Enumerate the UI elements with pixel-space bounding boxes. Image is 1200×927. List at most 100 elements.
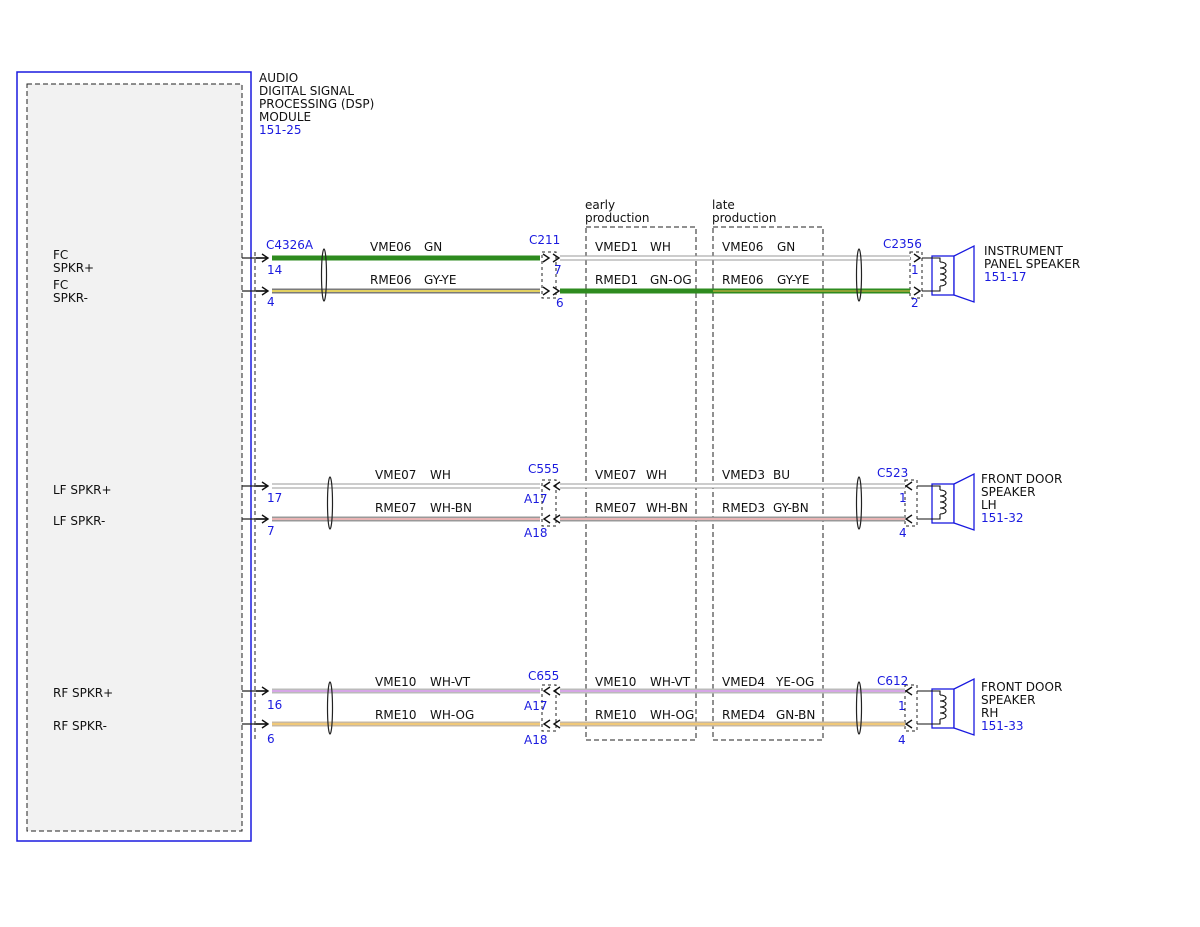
circuit-fc-neg-late: RME06 [722, 273, 764, 287]
color-lf-pos-seg1: WH [430, 468, 451, 482]
pin-label-rf-pos: RF SPKR+ [53, 686, 113, 700]
color-fc-neg-seg1: GY-YE [424, 273, 456, 287]
color-fc-pos-early: WH [650, 240, 671, 254]
module-title-line-3: PROCESSING (DSP) [259, 97, 374, 111]
circuit-rf-pos-early: VME10 [595, 675, 636, 689]
pin-rf-neg-speaker: 4 [898, 733, 906, 747]
connector-c523-label: C523 [877, 466, 908, 480]
arrow-c612-pin4 [904, 719, 913, 729]
circuit-lf-pos-early: VME07 [595, 468, 636, 482]
color-lf-neg-early: WH-BN [646, 501, 688, 515]
pin-label-fc-neg-2: SPKR- [53, 291, 88, 305]
ip-speaker-name-2: PANEL SPEAKER [984, 257, 1080, 271]
pin-fc-pos-module: 14 [267, 263, 282, 277]
circuit-lf-neg-late: RMED3 [722, 501, 765, 515]
circuit-labels: VME06 GN VMED1 WH VME06 GN RME06 GY-YE R… [370, 240, 815, 722]
pin-rf-neg-inline: A18 [524, 733, 547, 747]
lh-speaker-name-2: SPEAKER [981, 485, 1035, 499]
pin-rf-pos-module: 16 [267, 698, 282, 712]
color-rf-pos-late: YE-OG [775, 675, 814, 689]
ip-speaker-name-1: INSTRUMENT [984, 244, 1063, 258]
circuit-fc-neg-seg1: RME06 [370, 273, 412, 287]
pin-label-lf-pos: LF SPKR+ [53, 483, 112, 497]
color-fc-pos-late: GN [777, 240, 795, 254]
color-rf-pos-early: WH-VT [650, 675, 691, 689]
arrow-c612-pin1 [904, 686, 913, 696]
circuit-rf-pos-seg1: VME10 [375, 675, 416, 689]
module-title-line-4: MODULE [259, 110, 311, 124]
pin-rf-pos-speaker: 1 [898, 699, 906, 713]
arrow-rf-neg-module [256, 719, 270, 729]
early-production-label-2: production [585, 211, 649, 225]
circuit-lf-pos-late: VMED3 [722, 468, 765, 482]
pin-lf-pos-speaker: 1 [899, 491, 907, 505]
circuit-fc-pos-seg1: VME06 [370, 240, 411, 254]
connector-c2356-label: C2356 [883, 237, 922, 251]
speaker-icon [922, 244, 975, 303]
pin-fc-neg-speaker: 2 [911, 296, 919, 310]
arrow-c523-pin1 [904, 481, 913, 491]
connector-c612-label: C612 [877, 674, 908, 688]
arrow-c211-pin7 [542, 253, 561, 263]
pin-fc-pos-inline: 7 [554, 263, 562, 277]
pin-fc-pos-speaker: 1 [911, 263, 919, 277]
color-rf-neg-seg1: WH-OG [430, 708, 474, 722]
module-title-line-2: DIGITAL SIGNAL [259, 84, 354, 98]
arrow-c523-pin4 [904, 514, 913, 524]
circuit-rf-neg-early: RME10 [595, 708, 637, 722]
circuit-fc-neg-early: RMED1 [595, 273, 638, 287]
pin-lf-neg-module: 7 [267, 524, 275, 538]
arrow-fc-neg-module [256, 286, 270, 296]
rh-speaker-name-2: SPEAKER [981, 693, 1035, 707]
color-fc-pos-seg1: GN [424, 240, 442, 254]
connector-arrows [256, 253, 922, 729]
circuit-rf-pos-late: VMED4 [722, 675, 765, 689]
rh-speaker-name-1: FRONT DOOR [981, 680, 1062, 694]
wires [242, 255, 910, 727]
twisted-pair-markers [320, 248, 863, 735]
arrow-c655-a17 [542, 686, 561, 696]
connector-c4326a-label: C4326A [266, 238, 314, 252]
inline-connector-bodies [541, 251, 923, 732]
speaker-icon [917, 472, 975, 531]
ip-speaker-ref: 151-17 [984, 270, 1027, 284]
speaker-icon [917, 677, 975, 736]
arrow-c2356-pin1 [913, 253, 922, 263]
wiring-diagram: AUDIO DIGITAL SIGNAL PROCESSING (DSP) MO… [16, 71, 1080, 842]
arrow-lf-neg-module [256, 514, 270, 524]
arrow-c2356-pin2 [913, 286, 922, 296]
rh-speaker-ref: 151-33 [981, 719, 1024, 733]
lh-speaker-ref: 151-32 [981, 511, 1024, 525]
pin-rf-neg-module: 6 [267, 732, 275, 746]
pin-lf-neg-inline: A18 [524, 526, 547, 540]
color-rf-neg-late: GN-BN [776, 708, 815, 722]
pin-fc-neg-inline: 6 [556, 296, 564, 310]
circuit-rf-neg-late: RMED4 [722, 708, 765, 722]
early-production-label-1: early [585, 198, 615, 212]
circuit-rf-neg-seg1: RME10 [375, 708, 417, 722]
pin-lf-pos-module: 17 [267, 491, 282, 505]
arrow-fc-pos-module [256, 253, 270, 263]
color-lf-pos-late: BU [773, 468, 790, 482]
pin-lf-pos-inline: A17 [524, 492, 547, 506]
color-fc-neg-late: GY-YE [777, 273, 809, 287]
circuit-fc-pos-late: VME06 [722, 240, 763, 254]
module-ref: 151-25 [259, 123, 302, 137]
pin-label-fc-pos-1: FC [53, 248, 68, 262]
rh-speaker-name-3: RH [981, 706, 998, 720]
pin-rf-pos-inline: A17 [524, 699, 547, 713]
circuit-lf-pos-seg1: VME07 [375, 468, 416, 482]
color-fc-neg-early: GN-OG [650, 273, 692, 287]
pin-label-lf-neg: LF SPKR- [53, 514, 105, 528]
color-rf-pos-seg1: WH-VT [430, 675, 471, 689]
late-production-label-1: late [712, 198, 735, 212]
circuit-lf-neg-early: RME07 [595, 501, 637, 515]
connector-c211-label: C211 [529, 233, 560, 247]
lh-speaker-name-1: FRONT DOOR [981, 472, 1062, 486]
color-lf-neg-seg1: WH-BN [430, 501, 472, 515]
arrow-lf-pos-module [256, 481, 270, 491]
instrument-panel-speaker: INSTRUMENT PANEL SPEAKER 151-17 [922, 244, 1080, 303]
circuit-fc-pos-early: VMED1 [595, 240, 638, 254]
color-lf-pos-early: WH [646, 468, 667, 482]
arrow-c555-a18 [542, 514, 561, 524]
